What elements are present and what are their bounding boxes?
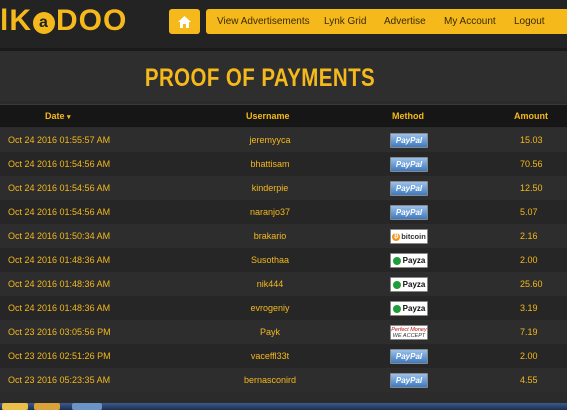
top-bar: lK a DOO View Advertisements Lynk Grid Adv… [0, 0, 567, 51]
paypal-icon: PayPal [390, 133, 428, 148]
logo-text-left: lK [0, 4, 32, 37]
payza-dot-icon [392, 256, 401, 265]
page-title: PROOF OF PAYMENTS [144, 64, 376, 92]
site-logo[interactable]: lK a DOO [0, 4, 127, 38]
column-username[interactable]: Username [246, 105, 290, 127]
payza-icon: Payza [390, 301, 428, 316]
table-row: Oct 24 2016 01:55:57 AM jeremyyca PayPal 15… [0, 128, 567, 152]
payza-dot-icon [392, 304, 401, 313]
main-nav: View Advertisements Lynk Grid Advertise … [206, 9, 567, 34]
method-label: PayPal [395, 136, 423, 145]
method-label: Payza [402, 256, 426, 265]
amount-cell: 4.55 [520, 375, 538, 385]
table-row: Oct 24 2016 01:48:36 AM evrogeniy Payza 3.1… [0, 296, 567, 320]
nav-lynk-grid[interactable]: Lynk Grid [324, 9, 366, 34]
start-button[interactable] [2, 403, 28, 410]
paypal-icon: PayPal [390, 181, 428, 196]
logo-text-right: DOO [56, 4, 128, 37]
nav-advertise[interactable]: Advertise [384, 9, 426, 34]
nav-view-advertisements[interactable]: View Advertisements [217, 9, 310, 34]
amount-cell: 3.19 [520, 303, 538, 313]
amount-cell: 70.56 [520, 159, 543, 169]
amount-cell: 12.50 [520, 183, 543, 193]
method-label: bitcoin [401, 232, 426, 241]
method-label: Payza [402, 304, 426, 313]
username-cell: Payk [259, 327, 280, 337]
method-label: PayPal [395, 160, 423, 169]
nav-my-account[interactable]: My Account [444, 9, 496, 34]
taskbar-folder-icon[interactable] [34, 403, 60, 410]
paypal-icon: PayPal [390, 157, 428, 172]
amount-cell: 2.00 [520, 255, 538, 265]
home-button[interactable] [169, 9, 200, 34]
nav-logout[interactable]: Logout [514, 9, 545, 34]
table-row: Oct 24 2016 01:48:36 AM nik444 Payza 25.60 [0, 272, 567, 296]
username-cell: jeremyyca [249, 135, 291, 145]
table-row: Oct 24 2016 01:54:56 AM naranjo37 PayPal 5.… [0, 200, 567, 224]
bitcoin-coin-icon: ₿ [392, 232, 401, 241]
home-icon [178, 15, 191, 28]
method-label: Payza [402, 280, 426, 289]
amount-cell: 2.00 [520, 351, 538, 361]
table-row: Oct 24 2016 01:54:56 AM kinderpie PayPal 12… [0, 176, 567, 200]
column-amount[interactable]: Amount [514, 105, 548, 127]
username-cell: naranjo37 [249, 207, 291, 217]
table-row: Oct 23 2016 02:51:26 PM vaceffl33t PayPal 2… [0, 344, 567, 368]
taskbar-browser-icon[interactable] [72, 403, 102, 410]
amount-cell: 5.07 [520, 207, 538, 217]
paypal-icon: PayPal [390, 205, 428, 220]
table-row: Oct 24 2016 01:54:56 AM bhattisam PayPal 70… [0, 152, 567, 176]
username-cell: Susothaa [250, 255, 290, 265]
paypal-icon: PayPal [390, 373, 428, 388]
table-row: Oct 24 2016 01:48:36 AM Susothaa Payza 2.00 [0, 248, 567, 272]
amount-cell: 2.16 [520, 231, 538, 241]
table-header: Date ▾ Username Method Amount [0, 104, 567, 127]
payza-dot-icon [392, 280, 401, 289]
username-cell: kinderpie [251, 183, 289, 193]
table-row: Oct 24 2016 01:50:34 AM brakario ₿ bitcoin 2… [0, 224, 567, 248]
payza-icon: Payza [390, 253, 428, 268]
username-cell: vaceffl33t [250, 351, 290, 361]
column-date[interactable]: Date ▾ [45, 105, 71, 127]
logo-circle-letter: a [33, 12, 55, 34]
username-cell: bhattisam [250, 159, 290, 169]
username-cell: nik444 [256, 279, 284, 289]
method-label: PayPal [395, 376, 423, 385]
username-cell: bernasconird [243, 375, 297, 385]
amount-cell: 25.60 [520, 279, 543, 289]
method-label: PayPal [395, 352, 423, 361]
amount-cell: 7.19 [520, 327, 538, 337]
method-label: PayPal [395, 208, 423, 217]
table-row: Oct 23 2016 03:05:56 PM Payk Perfect Money… [0, 320, 567, 344]
method-label: PayPal [395, 184, 423, 193]
paypal-icon: PayPal [390, 349, 428, 364]
username-cell: evrogeniy [250, 303, 290, 313]
pm-line2: WE ACCEPT [392, 332, 426, 339]
column-method[interactable]: Method [392, 105, 424, 127]
payza-icon: Payza [390, 277, 428, 292]
bitcoin-icon: ₿ bitcoin [390, 229, 428, 244]
column-date-label: Date [45, 111, 65, 121]
sort-icon: ▾ [67, 114, 71, 121]
table-row: Oct 23 2016 05:23:35 AM bernasconird PayPa… [0, 368, 567, 392]
amount-cell: 15.03 [520, 135, 543, 145]
username-cell: brakario [253, 231, 287, 241]
perfect-money-icon: Perfect Money WE ACCEPT [390, 325, 428, 340]
